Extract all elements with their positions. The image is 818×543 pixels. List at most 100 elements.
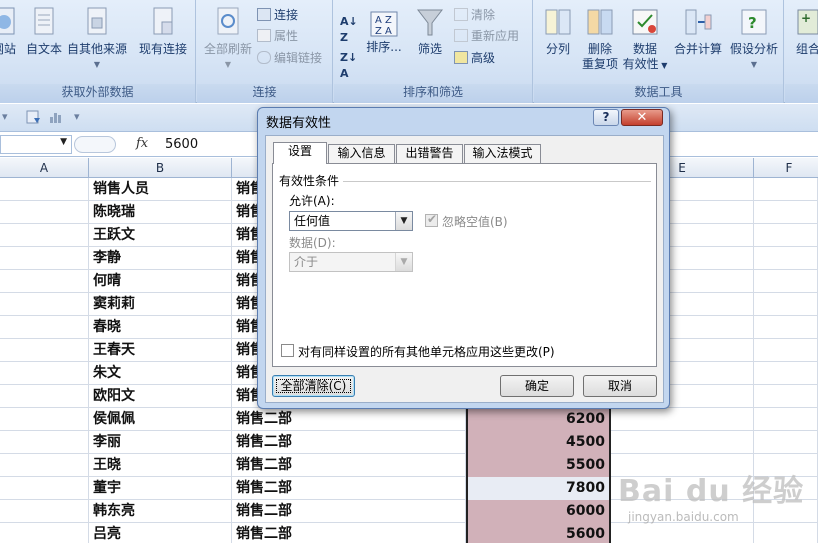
cell-f[interactable] [754, 408, 818, 431]
cell-a[interactable] [0, 362, 89, 385]
cell-f[interactable] [754, 362, 818, 385]
cell-amount[interactable]: 6200 [466, 408, 611, 431]
cell-salesperson[interactable]: 董宇 [89, 477, 232, 500]
clear-all-button[interactable]: 全部清除(C) [272, 375, 355, 397]
cell-amount[interactable]: 4500 [466, 431, 611, 454]
from-web-button[interactable]: 网站 [0, 6, 22, 57]
sort-button[interactable]: A ZZ A 排序... [362, 10, 406, 55]
cell-e[interactable] [611, 408, 754, 431]
cell-department[interactable]: 销售二部 [232, 454, 466, 477]
cell-salesperson[interactable]: 朱文 [89, 362, 232, 385]
properties-button[interactable]: 属性 [257, 28, 298, 44]
cell-department[interactable]: 销售二部 [232, 477, 466, 500]
chevron-down-icon[interactable]: ▼ [395, 212, 412, 230]
column-header-f[interactable]: F [754, 158, 818, 178]
sort-descending-button[interactable]: Z↓ A [340, 50, 357, 82]
cell-a[interactable] [0, 408, 89, 431]
cell-a[interactable] [0, 316, 89, 339]
cell-f[interactable] [754, 201, 818, 224]
clear-button[interactable]: 清除 [454, 7, 495, 23]
cell-department[interactable]: 销售二部 [232, 408, 466, 431]
cell-a[interactable] [0, 270, 89, 293]
remove-duplicates-button[interactable]: 删除 重复项 [580, 6, 620, 72]
cell-amount[interactable]: 5600 [466, 523, 611, 543]
filter-button[interactable]: 筛选 [412, 6, 448, 57]
cell-a[interactable] [0, 523, 89, 543]
cell-a[interactable] [0, 178, 89, 201]
cell-salesperson[interactable]: 吕亮 [89, 523, 232, 543]
chevron-down-icon[interactable]: ▼ [395, 253, 412, 271]
cell-department[interactable]: 销售二部 [232, 431, 466, 454]
cell-f[interactable] [754, 477, 818, 500]
formula-bar-resize-handle[interactable] [74, 136, 116, 153]
formula-input[interactable]: 5600 [165, 137, 198, 152]
cell-salesperson[interactable]: 侯佩佩 [89, 408, 232, 431]
refresh-all-button[interactable]: 全部刷新 ▼ [201, 6, 255, 72]
edit-links-button[interactable]: 编辑链接 [257, 50, 322, 66]
cell-f[interactable] [754, 293, 818, 316]
cell-salesperson[interactable]: 欧阳文 [89, 385, 232, 408]
cell-e[interactable] [611, 454, 754, 477]
help-button[interactable]: ? [593, 109, 619, 126]
text-to-columns-button[interactable]: 分列 [538, 6, 578, 57]
cell-e[interactable] [611, 500, 754, 523]
cell-salesperson[interactable]: 韩东亮 [89, 500, 232, 523]
cell-salesperson[interactable]: 窦莉莉 [89, 293, 232, 316]
column-header-b[interactable]: B [89, 158, 232, 178]
data-validation-button[interactable]: 数据 有效性 ▼ [622, 6, 668, 73]
group-button[interactable]: + 组合 [791, 6, 818, 57]
cell-a[interactable] [0, 454, 89, 477]
tab-ime-mode[interactable]: 输入法模式 [464, 144, 541, 163]
cell-f[interactable] [754, 339, 818, 362]
insert-function-button[interactable]: fx [136, 136, 148, 151]
cell-a[interactable] [0, 339, 89, 362]
apply-to-all-checkbox[interactable] [281, 344, 294, 357]
cell-salesperson[interactable]: 陈晓瑞 [89, 201, 232, 224]
name-box[interactable]: ▼ [0, 135, 72, 154]
cell-f[interactable] [754, 270, 818, 293]
qat-chart-icon[interactable] [48, 109, 64, 128]
reapply-button[interactable]: 重新应用 [454, 28, 519, 44]
allow-select[interactable]: 任何值 ▼ [289, 211, 413, 231]
column-header-a[interactable]: A [0, 158, 89, 178]
qat-dropdown-icon[interactable]: ▾ [2, 110, 8, 123]
ok-button[interactable]: 确定 [500, 375, 574, 397]
cell-a[interactable] [0, 500, 89, 523]
cell-e[interactable] [611, 523, 754, 543]
cell-e[interactable] [611, 431, 754, 454]
ignore-blank-checkbox[interactable]: ✔ [425, 212, 438, 227]
cell-salesperson[interactable]: 销售人员 [89, 178, 232, 201]
cell-salesperson[interactable]: 王跃文 [89, 224, 232, 247]
from-other-sources-button[interactable]: 自其他来源 ▼ [66, 6, 128, 72]
cell-f[interactable] [754, 224, 818, 247]
data-select[interactable]: 介于 ▼ [289, 252, 413, 272]
cell-a[interactable] [0, 201, 89, 224]
close-button[interactable]: ✕ [621, 109, 663, 126]
cell-salesperson[interactable]: 李丽 [89, 431, 232, 454]
cell-f[interactable] [754, 385, 818, 408]
what-if-analysis-button[interactable]: ? 假设分析 ▼ [726, 6, 782, 72]
cell-f[interactable] [754, 431, 818, 454]
existing-connections-button[interactable]: 现有连接 [134, 6, 192, 57]
cell-f[interactable] [754, 247, 818, 270]
cell-a[interactable] [0, 385, 89, 408]
tab-settings[interactable]: 设置 [273, 142, 327, 164]
sort-ascending-button[interactable]: A↓ Z [340, 14, 358, 46]
cell-f[interactable] [754, 178, 818, 201]
qat-sort-icon[interactable] [26, 109, 42, 128]
cell-salesperson[interactable]: 何晴 [89, 270, 232, 293]
tab-error-alert[interactable]: 出错警告 [396, 144, 463, 163]
cell-a[interactable] [0, 293, 89, 316]
cell-f[interactable] [754, 500, 818, 523]
cell-f[interactable] [754, 454, 818, 477]
from-text-button[interactable]: 自文本 [22, 6, 66, 57]
name-box-dropdown-icon[interactable]: ▼ [60, 137, 67, 147]
connections-button[interactable]: 连接 [257, 7, 298, 23]
cancel-button[interactable]: 取消 [583, 375, 657, 397]
cell-salesperson[interactable]: 李静 [89, 247, 232, 270]
cell-a[interactable] [0, 247, 89, 270]
cell-salesperson[interactable]: 春晓 [89, 316, 232, 339]
cell-amount[interactable]: 7800 [466, 477, 611, 500]
cell-a[interactable] [0, 477, 89, 500]
cell-a[interactable] [0, 224, 89, 247]
